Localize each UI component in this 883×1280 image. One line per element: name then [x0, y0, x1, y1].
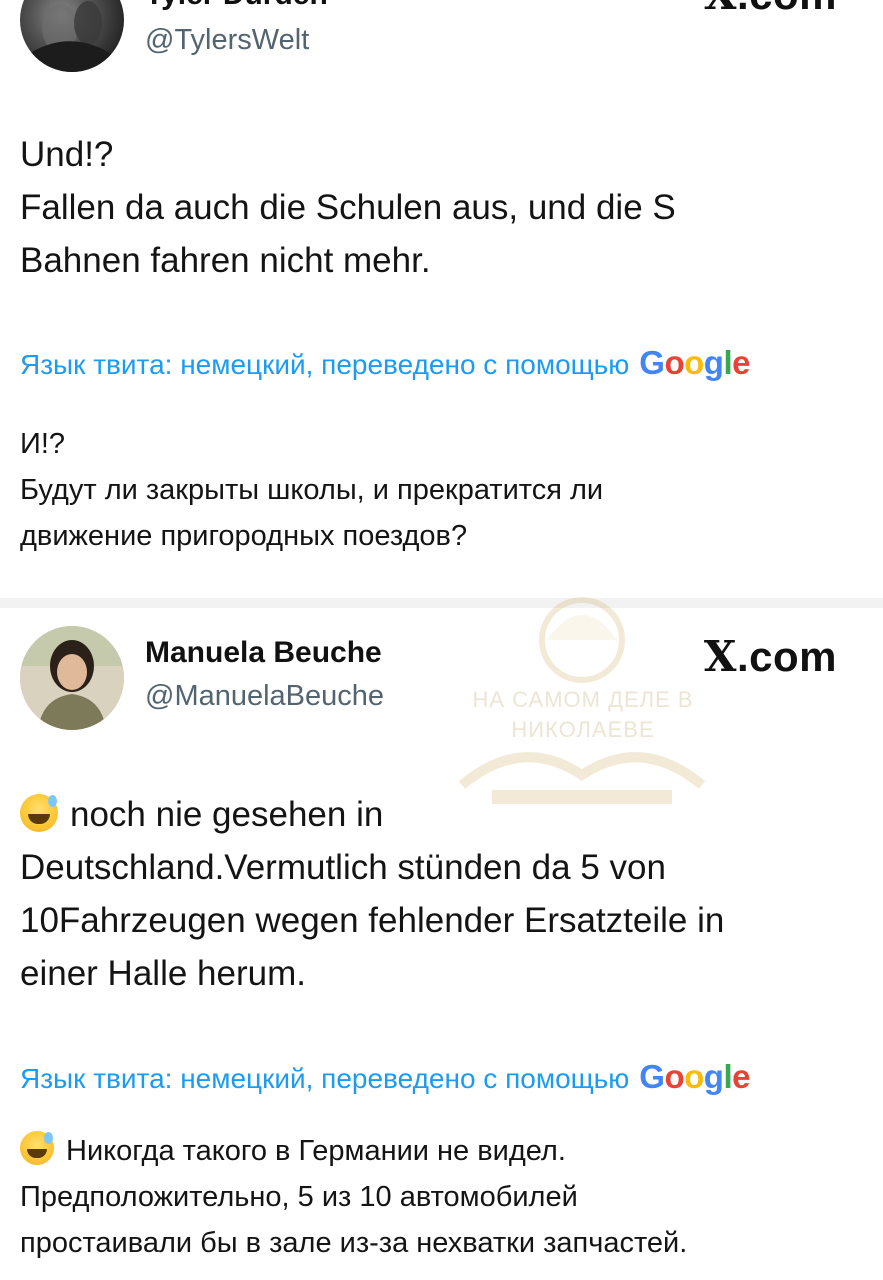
- source-brand-suffix: .com: [736, 633, 837, 680]
- translation-note[interactable]: Язык твита: немецкий, переведено с помощ…: [20, 344, 750, 382]
- author-name[interactable]: Tyler Durden: [145, 0, 328, 12]
- text-line: noch nie gesehen in: [20, 788, 840, 841]
- avatar[interactable]: [20, 626, 124, 730]
- google-logo-icon: Google: [639, 1058, 750, 1095]
- x-logo-icon: X: [704, 0, 737, 19]
- tweet-translated-text: И!? Будут ли закрыты школы, и прекратитс…: [20, 421, 860, 559]
- author-handle[interactable]: @ManuelaBeuche: [145, 680, 384, 713]
- text-line: einer Halle herum.: [20, 954, 306, 993]
- translation-note-label: Язык твита: немецкий, переведено с помощ…: [20, 1063, 630, 1094]
- source-brand: X.com: [704, 632, 837, 681]
- x-logo-icon: X: [703, 632, 737, 681]
- text-line: Предположительно, 5 из 10 автомобилей: [20, 1181, 578, 1213]
- avatar[interactable]: [20, 0, 124, 72]
- text-line: движение пригородных поездов?: [20, 520, 468, 552]
- translation-note-label: Язык твита: немецкий, переведено с помощ…: [20, 349, 630, 380]
- text-line: Bahnen fahren nicht mehr.: [20, 241, 431, 280]
- tweet-translated-text: Никогда такого в Германии не видел. Пред…: [20, 1128, 860, 1266]
- text-line: Будут ли закрыты школы, и прекратится ли: [20, 474, 604, 506]
- source-brand-suffix: .com: [737, 0, 837, 18]
- translation-note[interactable]: Язык твита: немецкий, переведено с помощ…: [20, 1058, 750, 1096]
- sweat-smile-emoji-icon: [20, 1131, 54, 1165]
- sweat-smile-emoji-icon: [20, 794, 58, 832]
- text-line: И!?: [20, 428, 66, 460]
- tweet-card-tyler-durden: Tyler Durden @TylersWelt X.com Und!? Fal…: [0, 0, 883, 598]
- text-line-content: Никогда такого в Германии не видел.: [66, 1135, 566, 1167]
- source-brand: X.com: [704, 0, 837, 19]
- text-line: Deutschland.Vermutlich stünden da 5 von: [20, 848, 666, 887]
- tweet-card-manuela-beuche: Manuela Beuche @ManuelaBeuche X.com noch…: [0, 608, 883, 1280]
- author-name[interactable]: Manuela Beuche: [145, 636, 382, 670]
- tweet-original-text: Und!? Fallen da auch die Schulen aus, un…: [20, 128, 840, 287]
- text-line: простаивали бы в зале из-за нехватки зап…: [20, 1227, 688, 1259]
- google-logo-icon: Google: [639, 344, 750, 381]
- text-line: Und!?: [20, 135, 114, 174]
- tweet-original-text: noch nie gesehen in Deutschland.Vermutli…: [20, 788, 840, 1000]
- text-line: 10Fahrzeugen wegen fehlender Ersatzteile…: [20, 901, 725, 940]
- card-divider: [0, 598, 883, 608]
- author-handle[interactable]: @TylersWelt: [145, 24, 309, 57]
- text-line: Никогда такого в Германии не видел.: [20, 1128, 860, 1174]
- text-line: Fallen da auch die Schulen aus, und die …: [20, 188, 676, 227]
- text-line-content: noch nie gesehen in: [70, 795, 384, 834]
